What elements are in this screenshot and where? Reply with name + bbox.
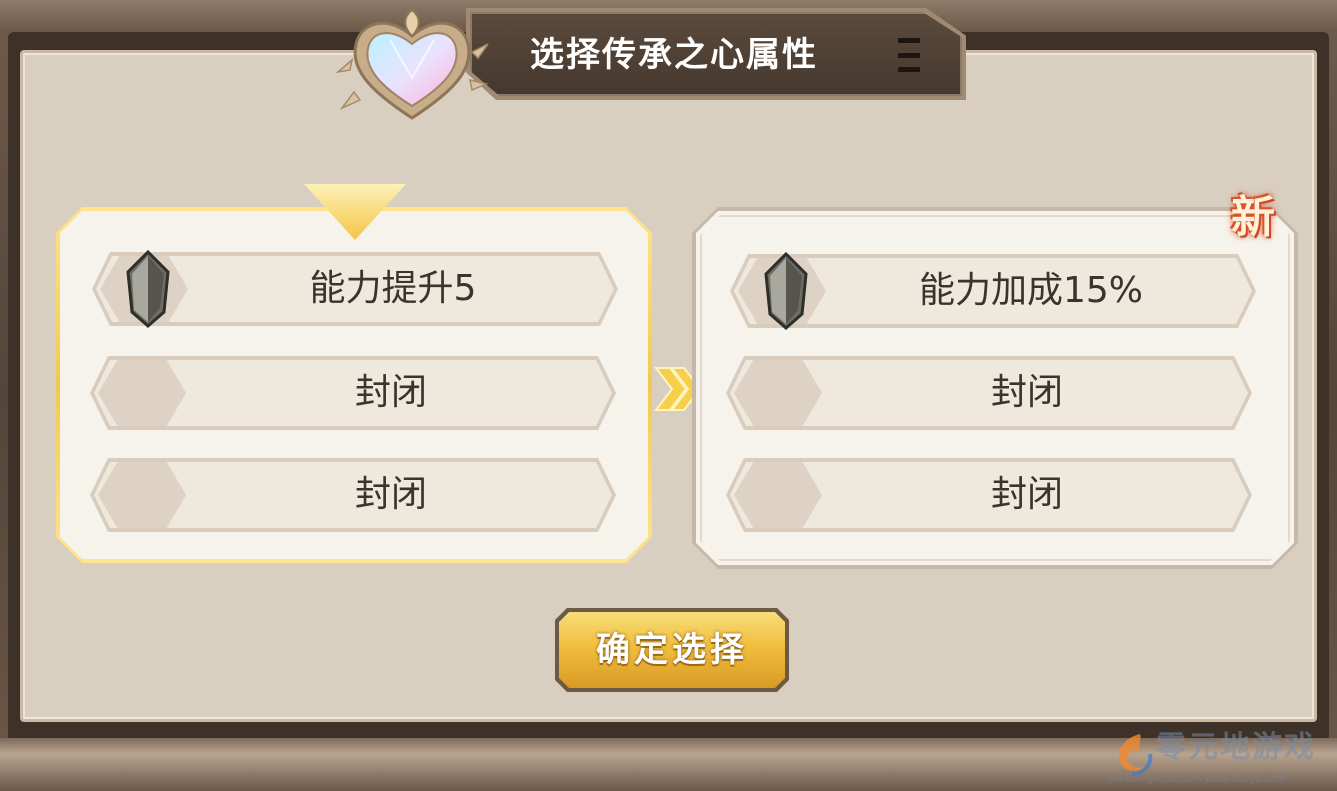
current-attribute-3-label: 封闭 — [354, 474, 427, 515]
current-row-1: 能力提升5 — [92, 250, 618, 328]
current-row-2: 封闭 — [90, 356, 616, 430]
selected-indicator-icon — [304, 184, 406, 240]
watermark-text: 零元地游戏 — [1156, 730, 1316, 765]
current-attribute-2-label: 封闭 — [354, 372, 427, 413]
confirm-select-button[interactable]: 确定选择 — [559, 612, 785, 688]
gray-crystal-icon — [126, 250, 170, 328]
new-badge: 新 — [1231, 192, 1275, 243]
new-row-2: 封闭 — [726, 356, 1252, 430]
new-attribute-2-label: 封闭 — [990, 372, 1063, 413]
new-attribute-1-label: 能力加成15% — [918, 270, 1144, 311]
crystal-heart-icon — [335, 8, 489, 120]
watermark-logo-icon — [1118, 734, 1153, 776]
gray-crystal-icon — [764, 252, 808, 330]
new-row-1: 能力加成15% — [730, 252, 1256, 330]
page-title: 选择传承之心属性 — [530, 35, 818, 75]
new-row-3: 封闭 — [726, 458, 1252, 532]
watermark-url: www.lingliuyx.com www.06zyx.com — [1108, 774, 1286, 785]
current-row-3: 封闭 — [90, 458, 616, 532]
new-attribute-3-label: 封闭 — [990, 474, 1063, 515]
current-attribute-1-label: 能力提升5 — [309, 268, 477, 309]
hamburger-menu-icon[interactable] — [898, 38, 920, 72]
